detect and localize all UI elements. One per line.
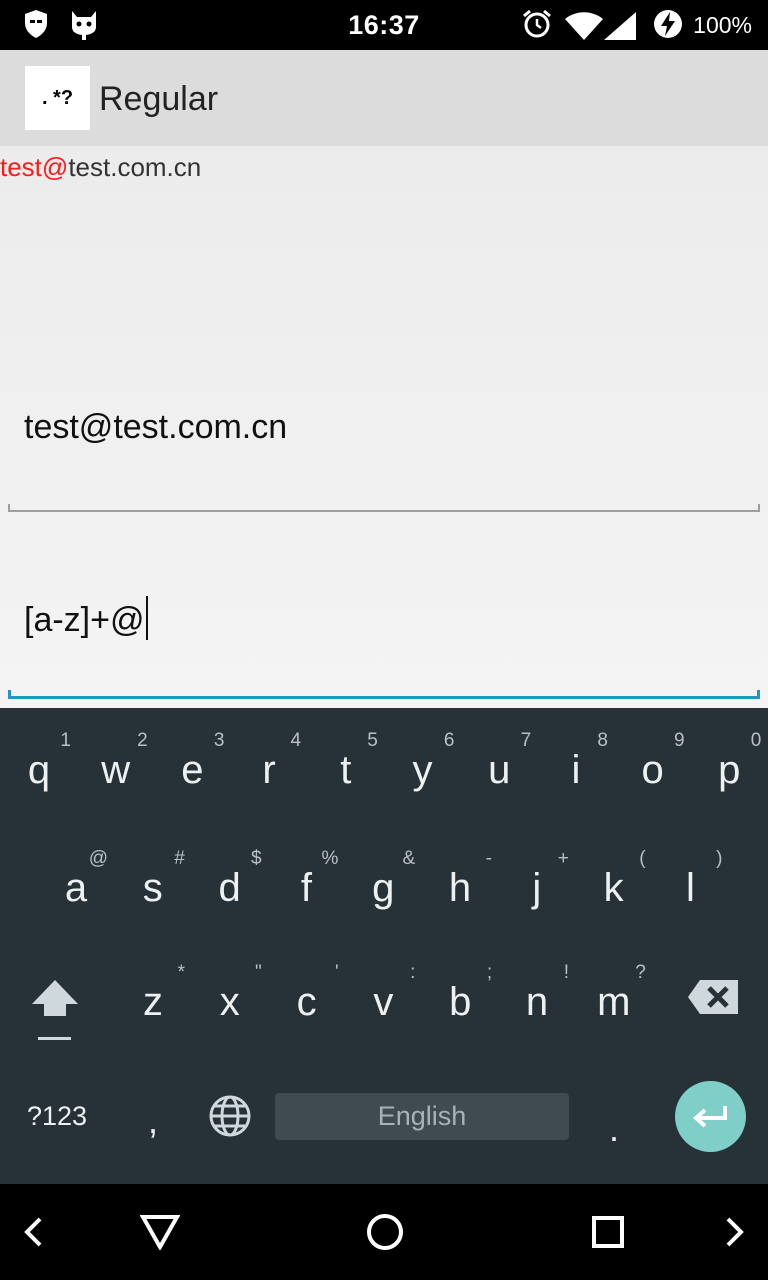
back-chevron-icon[interactable] xyxy=(22,1216,46,1248)
key-j[interactable]: + j xyxy=(499,832,575,942)
key-label: v xyxy=(373,980,394,1024)
key-label: j xyxy=(532,866,542,910)
key-x[interactable]: " x xyxy=(192,946,268,1056)
app-title: Regular xyxy=(99,80,219,118)
key-l[interactable]: ) l xyxy=(652,832,728,942)
key-a[interactable]: @ a xyxy=(38,832,114,942)
regex-input[interactable]: [a-z]+@ xyxy=(24,596,148,640)
key-h[interactable]: -h xyxy=(422,832,498,942)
home-circle-icon[interactable] xyxy=(366,1213,404,1251)
signal-icon xyxy=(604,12,636,40)
battery-percent: 100% xyxy=(693,12,752,38)
space-key[interactable]: English xyxy=(275,1093,569,1140)
match-highlight: test@ xyxy=(0,152,69,182)
key-k[interactable]: (k xyxy=(576,832,652,942)
key-label: b xyxy=(449,980,472,1024)
key-w[interactable]: 2w xyxy=(78,714,154,824)
key-label: f xyxy=(300,866,312,910)
navigation-bar xyxy=(0,1184,768,1280)
key-label: p xyxy=(718,748,741,792)
key-label: y xyxy=(412,748,433,792)
comma-key[interactable]: , xyxy=(148,1100,158,1142)
key-n[interactable]: ! n xyxy=(499,946,575,1056)
content-area: test@test.com.cn test@test.com.cn [a-z]+… xyxy=(0,146,768,708)
key-e[interactable]: 3e xyxy=(154,714,230,824)
test-text-underline xyxy=(8,500,760,512)
forward-chevron-icon[interactable] xyxy=(722,1216,746,1248)
key-label: k xyxy=(603,866,624,910)
enter-key[interactable] xyxy=(675,1081,746,1152)
backspace-icon xyxy=(688,980,738,1014)
period-key[interactable]: . xyxy=(609,1108,619,1150)
language-key[interactable] xyxy=(208,1094,254,1140)
shift-arrow-icon xyxy=(32,980,78,1040)
enter-icon xyxy=(692,1105,727,1127)
key-m[interactable]: ? m xyxy=(576,946,652,1056)
key-label: s xyxy=(142,866,163,910)
globe-icon xyxy=(209,1095,251,1137)
key-label: h xyxy=(448,866,472,910)
key-b[interactable]: ; b xyxy=(422,946,498,1056)
key-z[interactable]: * z xyxy=(115,946,191,1056)
key-i[interactable]: 8i xyxy=(538,714,614,824)
key-f[interactable]: % f xyxy=(268,832,344,942)
key-c[interactable]: ' c xyxy=(269,946,345,1056)
match-rest: test.com.cn xyxy=(68,152,202,182)
key-label: n xyxy=(525,980,549,1024)
app-bar: . *? Regular xyxy=(0,50,768,146)
key-label: l xyxy=(685,866,695,910)
key-label: r xyxy=(262,748,276,792)
key-d[interactable]: $ d xyxy=(192,832,268,942)
app-logo: . *? xyxy=(25,66,90,130)
key-y[interactable]: 6y xyxy=(385,714,461,824)
key-r[interactable]: 4r xyxy=(231,714,307,824)
back-triangle-icon[interactable] xyxy=(140,1214,180,1250)
recents-square-icon[interactable] xyxy=(592,1216,624,1248)
soft-keyboard: 1q2w3e4r5t6y7u8i9o0p @ a # s $ d% f & g - h + j(k) l … xyxy=(0,708,768,1184)
key-label: e xyxy=(181,748,204,792)
key-label: z xyxy=(143,980,163,1024)
alarm-icon xyxy=(523,9,551,38)
key-label: u xyxy=(488,748,511,792)
key-u[interactable]: 7u xyxy=(461,714,537,824)
key-g[interactable]: & g xyxy=(345,832,421,942)
key-label: c xyxy=(296,980,317,1024)
shift-key[interactable] xyxy=(20,970,90,1050)
regex-value: [a-z]+@ xyxy=(24,601,145,639)
key-v[interactable]: :v xyxy=(345,946,421,1056)
key-label: q xyxy=(27,748,51,792)
wifi-icon xyxy=(565,12,603,40)
key-label: o xyxy=(641,748,664,792)
key-label: i xyxy=(571,748,581,792)
backspace-key[interactable] xyxy=(684,974,744,1020)
status-bar: 16:37 100% xyxy=(0,0,768,50)
key-t[interactable]: 5t xyxy=(308,714,384,824)
regex-underline xyxy=(8,686,760,699)
key-label: w xyxy=(101,748,131,792)
key-label: a xyxy=(64,866,88,910)
charging-icon xyxy=(654,10,682,38)
key-s[interactable]: # s xyxy=(115,832,191,942)
key-q[interactable]: 1q xyxy=(1,714,77,824)
symbols-key[interactable]: ?123 xyxy=(27,1101,87,1132)
key-label: d xyxy=(218,866,241,910)
text-cursor xyxy=(145,596,148,640)
key-label: x xyxy=(219,980,240,1024)
key-label: m xyxy=(597,980,631,1024)
key-label: t xyxy=(340,748,352,792)
key-p[interactable]: 0p xyxy=(691,714,767,824)
match-result: test@test.com.cn xyxy=(0,152,201,183)
key-o[interactable]: 9o xyxy=(615,714,691,824)
test-text-input[interactable]: test@test.com.cn xyxy=(24,408,287,447)
key-label: g xyxy=(372,866,395,910)
